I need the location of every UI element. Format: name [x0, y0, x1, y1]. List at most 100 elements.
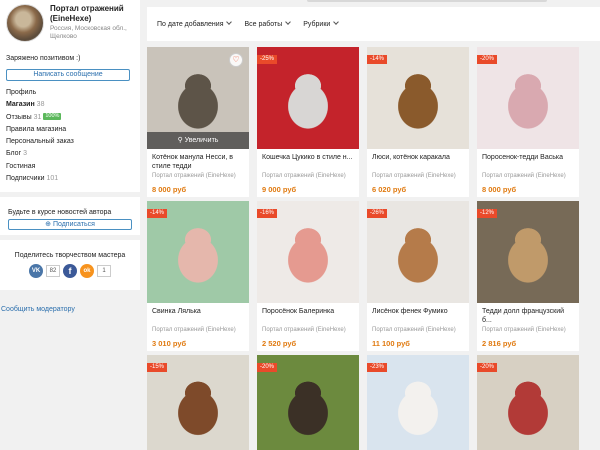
works-dropdown[interactable]: Все работы — [244, 18, 292, 28]
vk-icon[interactable]: VK — [29, 264, 43, 278]
menu-count: 31 — [33, 113, 42, 121]
product-card[interactable]: -12% Тедди долл французский б... Портал … — [477, 201, 579, 351]
product-title[interactable]: Поросёнок Балеринка — [257, 303, 359, 329]
product-card[interactable]: -20% — [477, 355, 579, 450]
subscribe-button[interactable]: ⊕ Подписаться — [8, 219, 132, 230]
product-shop: Портал отражений (EineHexe) — [152, 173, 236, 179]
product-card[interactable]: -14% Свинка Лялька Портал отражений (Ein… — [147, 201, 249, 351]
product-card[interactable]: ♡ ⚲ Увеличить Котёнок манула Несси, в ст… — [147, 47, 249, 197]
product-card[interactable]: -15% — [147, 355, 249, 450]
vk-share-count: 82 — [46, 265, 60, 277]
report-moderator-link[interactable]: Сообщить модератору — [1, 306, 75, 313]
menu-item-blog[interactable]: Блог 3 — [6, 148, 134, 160]
sort-dropdown[interactable]: По дате добавления — [157, 18, 233, 28]
discount-badge: -12% — [477, 209, 498, 218]
menu-item-shop[interactable]: Магазин 38 — [6, 99, 134, 111]
menu-item-subscribers[interactable]: Подписчики 101 — [6, 173, 134, 185]
discount-badge: -15% — [147, 363, 168, 372]
product-price: 3 010 руб — [152, 339, 187, 348]
product-photo[interactable]: -23% — [367, 355, 469, 450]
subscribe-card: Будьте в курсе новостей автора ⊕ Подписа… — [0, 197, 140, 235]
search-icon: ⚲ — [177, 137, 183, 144]
product-title[interactable]: Поросенок-тедди Васька — [477, 149, 579, 175]
menu-item-rules[interactable]: Правила магазина — [6, 124, 134, 136]
sidebar: Портал отражений (EineHexe) Россия, Моск… — [0, 0, 140, 295]
shop-menu: Профиль Магазин 38 Отзывы 31 100% Правил… — [6, 87, 134, 185]
product-title[interactable]: Лисёнок фенек Фумико — [367, 303, 469, 329]
rating-badge: 100% — [43, 113, 62, 121]
menu-label: Профиль — [6, 89, 37, 96]
product-price: 2 520 руб — [262, 339, 297, 348]
product-shop: Портал отражений (EineHexe) — [372, 173, 456, 179]
menu-label: Блог — [6, 150, 22, 158]
menu-item-lounge[interactable]: Гостиная — [6, 161, 134, 173]
menu-label: Магазин — [6, 101, 35, 109]
product-photo[interactable]: -25% — [257, 47, 359, 149]
menu-label: Гостиная — [6, 162, 36, 170]
ok-share-count: 1 — [97, 265, 111, 277]
menu-item-profile[interactable]: Профиль — [6, 87, 134, 99]
product-title[interactable]: Тедди долл французский б... — [477, 303, 579, 329]
odnoklassniki-icon[interactable]: ok — [80, 264, 94, 278]
rubrics-dropdown[interactable]: Рубрики — [303, 18, 340, 28]
menu-item-reviews[interactable]: Отзывы 31 100% — [6, 112, 134, 124]
product-title[interactable]: Кошечка Цукико в стиле н... — [257, 149, 359, 175]
discount-badge: -20% — [477, 55, 498, 64]
truncated-heading — [307, 0, 547, 2]
chevron-down-icon — [285, 18, 292, 25]
shop-profile-card: Портал отражений (EineHexe) Россия, Моск… — [0, 0, 140, 192]
discount-badge: -14% — [147, 209, 168, 218]
product-photo[interactable]: -12% — [477, 201, 579, 303]
share-buttons: VK 82 f ok 1 — [8, 264, 132, 278]
product-card[interactable]: -26% Лисёнок фенек Фумико Портал отражен… — [367, 201, 469, 351]
menu-count: 101 — [46, 175, 59, 183]
discount-badge: -20% — [477, 363, 498, 372]
product-title[interactable]: Свинка Лялька — [147, 303, 249, 329]
subscribe-title: Будьте в курсе новостей автора — [8, 209, 112, 216]
product-photo[interactable]: ♡ ⚲ Увеличить — [147, 47, 249, 149]
product-shop: Портал отражений (EineHexe) — [482, 173, 566, 179]
product-card[interactable]: -16% Поросёнок Балеринка Портал отражени… — [257, 201, 359, 351]
product-photo[interactable]: -15% — [147, 355, 249, 450]
heart-icon[interactable]: ♡ — [229, 53, 243, 67]
product-card[interactable]: -20% — [257, 355, 359, 450]
zoom-button[interactable]: ⚲ Увеличить — [147, 132, 249, 149]
plus-circle-icon: ⊕ — [45, 221, 51, 228]
product-price: 6 020 руб — [372, 185, 407, 194]
product-card[interactable]: -14% Люси, котёнок каракала Портал отраж… — [367, 47, 469, 197]
product-photo[interactable]: -16% — [257, 201, 359, 303]
product-photo[interactable]: -20% — [477, 47, 579, 149]
product-grid: ♡ ⚲ Увеличить Котёнок манула Несси, в ст… — [147, 47, 579, 450]
product-card[interactable]: -25% Кошечка Цукико в стиле н... Портал … — [257, 47, 359, 197]
product-photo[interactable]: -26% — [367, 201, 469, 303]
discount-badge: -23% — [367, 363, 388, 372]
menu-label: Отзывы — [6, 113, 32, 121]
sort-label: По дате добавления — [157, 20, 224, 28]
rubrics-label: Рубрики — [303, 20, 331, 28]
product-price: 2 816 руб — [482, 339, 517, 348]
product-card[interactable]: -23% — [367, 355, 469, 450]
shop-name[interactable]: Портал отражений (EineHexe) — [50, 4, 134, 24]
product-shop: Портал отражений (EineHexe) — [262, 327, 346, 333]
product-photo[interactable]: -20% — [257, 355, 359, 450]
product-photo[interactable]: -14% — [367, 47, 469, 149]
product-price: 11 100 руб — [372, 339, 410, 348]
shop-status: Заряжено позитивом :) — [6, 55, 81, 62]
send-message-button[interactable]: Написать сообщение — [6, 69, 130, 81]
product-photo[interactable]: -20% — [477, 355, 579, 450]
menu-item-custom-order[interactable]: Персональный заказ — [6, 136, 134, 148]
product-card[interactable]: -20% Поросенок-тедди Васька Портал отраж… — [477, 47, 579, 197]
share-title: Поделитесь творчеством мастера — [14, 252, 126, 259]
shop-avatar[interactable] — [6, 4, 44, 42]
product-photo[interactable]: -14% — [147, 201, 249, 303]
shop-location: Россия, Московская обл., Щелково — [50, 25, 127, 40]
product-shop: Портал отражений (EineHexe) — [152, 327, 236, 333]
works-label: Все работы — [244, 20, 283, 28]
product-title[interactable]: Котёнок манула Несси, в стиле тедди — [147, 149, 249, 175]
facebook-icon[interactable]: f — [63, 264, 77, 278]
chevron-down-icon — [226, 18, 233, 25]
product-title[interactable]: Люси, котёнок каракала — [367, 149, 469, 175]
menu-label: Персональный заказ — [6, 138, 74, 146]
chevron-down-icon — [333, 18, 340, 25]
product-price: 8 000 руб — [152, 185, 187, 194]
